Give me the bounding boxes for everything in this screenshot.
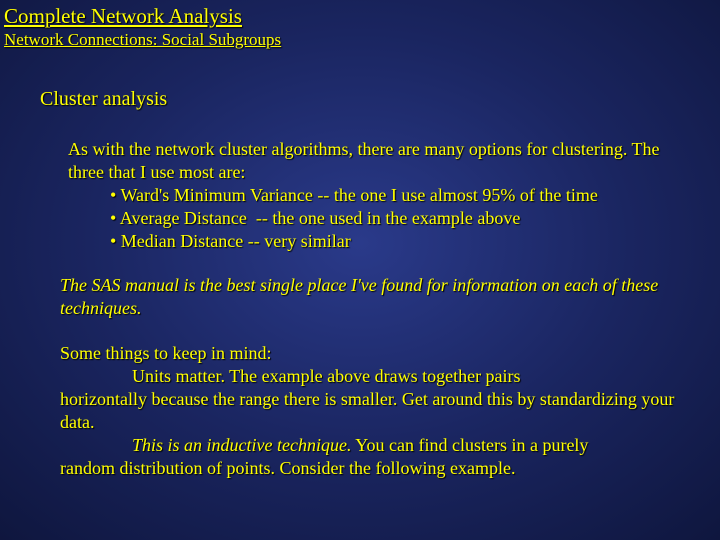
units-line1: Units matter. The example above draws to… (60, 365, 690, 388)
bullet-list: • Ward's Minimum Variance -- the one I u… (110, 184, 690, 253)
keep-intro: Some things to keep in mind: (60, 342, 690, 365)
slide-title: Complete Network Analysis (4, 4, 242, 29)
intro-paragraph: As with the network cluster algorithms, … (68, 138, 690, 184)
bullet-item: • Ward's Minimum Variance -- the one I u… (110, 184, 690, 207)
section-heading: Cluster analysis (40, 88, 167, 111)
inductive-line1: This is an inductive technique. You can … (60, 434, 690, 457)
keep-in-mind-block: Some things to keep in mind: Units matte… (60, 342, 690, 480)
units-line2: horizontally because the range there is … (60, 388, 690, 434)
bullet-item: • Average Distance -- the one used in th… (110, 207, 690, 230)
sas-note: The SAS manual is the best single place … (60, 274, 690, 320)
inductive-label: This is an inductive technique. (132, 435, 351, 455)
inductive-rest: You can find clusters in a purely (351, 435, 588, 455)
slide-subtitle: Network Connections: Social Subgroups (4, 30, 281, 50)
bullet-item: • Median Distance -- very similar (110, 230, 690, 253)
inductive-line2: random distribution of points. Consider … (60, 457, 690, 480)
